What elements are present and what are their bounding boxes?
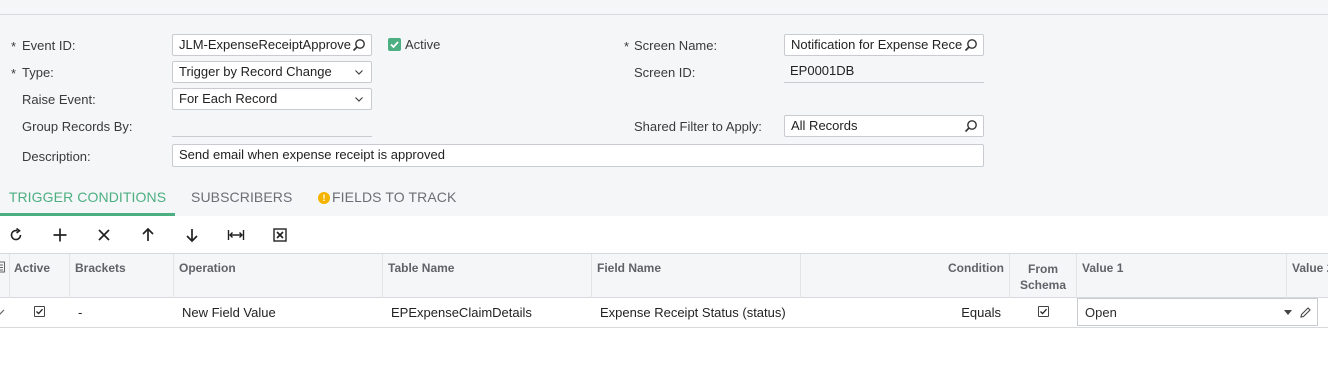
move-down-button[interactable] bbox=[182, 225, 202, 245]
pencil-icon[interactable] bbox=[1299, 306, 1312, 319]
column-header-active[interactable]: Active bbox=[10, 254, 70, 298]
refresh-icon bbox=[10, 227, 22, 241]
active-label: Active bbox=[405, 37, 441, 52]
column-header-field-name[interactable]: Field Name bbox=[592, 254, 801, 298]
chevron-down-icon bbox=[355, 97, 363, 102]
fit-columns-button[interactable] bbox=[226, 225, 246, 245]
tab-bar: TRIGGER CONDITIONS SUBSCRIBERS ! FIELDS T… bbox=[0, 180, 1328, 218]
required-marker: * bbox=[11, 39, 17, 54]
warning-icon: ! bbox=[318, 192, 330, 204]
operation-cell[interactable]: New Field Value bbox=[182, 298, 276, 327]
search-icon[interactable] bbox=[352, 38, 366, 52]
refresh-button[interactable] bbox=[6, 225, 26, 245]
check-icon bbox=[1040, 308, 1047, 315]
description-field[interactable]: Send email when expense receipt is appro… bbox=[172, 144, 984, 167]
column-header-operation[interactable]: Operation bbox=[174, 254, 383, 298]
shared-filter-label: Shared Filter to Apply: bbox=[634, 119, 762, 134]
screen-id-value: EP0001DB bbox=[784, 61, 984, 83]
table-row[interactable]: - New Field Value EPExpenseClaimDetails … bbox=[0, 298, 1328, 328]
condition-cell[interactable]: Equals bbox=[801, 298, 1001, 327]
column-header-value1[interactable]: Value 1 bbox=[1077, 254, 1287, 298]
value1-select[interactable]: Open bbox=[1077, 298, 1318, 326]
type-value: Trigger by Record Change bbox=[179, 64, 332, 79]
edit-row-icon bbox=[0, 309, 5, 315]
raise-event-select[interactable]: For Each Record bbox=[172, 88, 372, 110]
screen-name-value: Notification for Expense Rece bbox=[791, 37, 963, 52]
raise-event-label: Raise Event: bbox=[22, 92, 96, 107]
column-header-table-name[interactable]: Table Name bbox=[383, 254, 592, 298]
row-selector-header[interactable] bbox=[0, 254, 10, 298]
description-label: Description: bbox=[22, 149, 91, 164]
description-value: Send email when expense receipt is appro… bbox=[179, 147, 445, 162]
raise-event-value: For Each Record bbox=[179, 91, 278, 106]
fit-columns-icon bbox=[227, 230, 245, 240]
tab-fields-to-track[interactable]: ! FIELDS TO TRACK bbox=[318, 180, 456, 216]
shared-filter-value: All Records bbox=[791, 118, 858, 133]
from-schema-line2: Schema bbox=[1019, 278, 1067, 292]
value1-cell: Open bbox=[1085, 305, 1117, 320]
tab-trigger-conditions[interactable]: TRIGGER CONDITIONS bbox=[0, 180, 175, 216]
event-id-label: Event ID: bbox=[22, 38, 76, 53]
shared-filter-field[interactable]: All Records bbox=[784, 115, 984, 137]
event-id-field[interactable]: JLM-ExpenseReceiptApprove bbox=[172, 34, 372, 56]
grid-toolbar bbox=[0, 217, 1328, 253]
from-schema-line1: From bbox=[1028, 262, 1058, 276]
screen-name-field[interactable]: Notification for Expense Rece bbox=[784, 34, 984, 56]
event-id-value: JLM-ExpenseReceiptApprove bbox=[179, 37, 351, 52]
export-excel-button[interactable] bbox=[270, 225, 290, 245]
check-icon bbox=[36, 308, 43, 315]
column-header-brackets[interactable]: Brackets bbox=[70, 254, 174, 298]
table-name-cell[interactable]: EPExpenseClaimDetails bbox=[391, 298, 532, 327]
brackets-cell[interactable]: - bbox=[78, 298, 82, 327]
move-up-button[interactable] bbox=[138, 225, 158, 245]
type-select[interactable]: Trigger by Record Change bbox=[172, 61, 372, 83]
active-checkbox[interactable] bbox=[388, 38, 401, 51]
grid-header: Active Brackets Operation Table Name Fie… bbox=[0, 253, 1328, 298]
search-icon[interactable] bbox=[964, 38, 978, 52]
group-records-by-field[interactable] bbox=[172, 115, 372, 137]
screen-name-label: Screen Name: bbox=[634, 38, 718, 53]
group-records-by-label: Group Records By: bbox=[22, 119, 133, 134]
required-marker: * bbox=[624, 39, 630, 54]
delete-row-button[interactable] bbox=[94, 225, 114, 245]
tab-subscribers[interactable]: SUBSCRIBERS bbox=[191, 180, 292, 216]
caret-down-icon[interactable] bbox=[1284, 310, 1292, 315]
column-header-condition[interactable]: Condition bbox=[801, 254, 1010, 298]
export-excel-icon bbox=[273, 228, 287, 242]
active-cell-checkbox[interactable] bbox=[34, 306, 45, 317]
tab-fields-to-track-label: FIELDS TO TRACK bbox=[332, 189, 457, 205]
move-down-icon bbox=[186, 229, 198, 243]
column-header-value2[interactable]: Value 2 bbox=[1287, 254, 1328, 298]
add-icon bbox=[53, 228, 67, 242]
search-icon[interactable] bbox=[964, 119, 978, 133]
from-schema-checkbox[interactable] bbox=[1038, 306, 1049, 317]
check-icon bbox=[390, 41, 399, 49]
column-settings-icon bbox=[0, 261, 5, 273]
chevron-down-icon bbox=[355, 70, 363, 75]
field-name-cell[interactable]: Expense Receipt Status (status) bbox=[600, 298, 786, 327]
screen-id-label: Screen ID: bbox=[634, 65, 696, 80]
move-up-icon bbox=[142, 227, 154, 241]
top-band bbox=[0, 0, 1328, 15]
required-marker: * bbox=[11, 66, 17, 81]
type-label: Type: bbox=[22, 65, 54, 80]
delete-icon bbox=[98, 229, 110, 241]
add-row-button[interactable] bbox=[50, 225, 70, 245]
column-header-from-schema[interactable]: From Schema bbox=[1010, 254, 1077, 298]
